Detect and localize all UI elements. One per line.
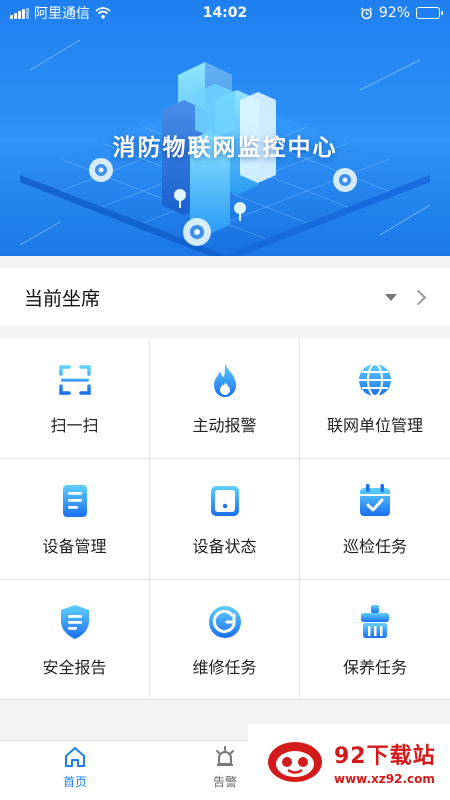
grid-item-label: 设备状态 bbox=[192, 537, 257, 556]
grid-item-label: 设备管理 bbox=[42, 537, 107, 556]
grid-item-label: 维修任务 bbox=[192, 657, 257, 677]
home-icon bbox=[65, 747, 85, 767]
function-grid: 扫一扫 主动报警 联网单位管理 设备管理 设备状态 巡检任务 安全报告 维修任务… bbox=[0, 338, 450, 700]
battery-percent: 92% bbox=[378, 5, 410, 21]
document-icon bbox=[62, 485, 87, 517]
tab-home[interactable]: 首页 bbox=[35, 745, 115, 790]
hero-banner: 阿里通信 14:02 92% 消防物联网监控中心 bbox=[0, 0, 450, 256]
tab-home-label: 首页 bbox=[62, 775, 87, 789]
grid-item-device-management[interactable]: 设备管理 bbox=[0, 459, 150, 580]
grid-item-safety-report[interactable]: 安全报告 bbox=[0, 580, 150, 700]
grid-item-inspection-task[interactable]: 巡检任务 bbox=[300, 459, 450, 580]
grid-item-label: 安全报告 bbox=[42, 657, 107, 677]
flame-icon bbox=[213, 363, 236, 397]
scan-icon bbox=[58, 365, 91, 395]
repair-icon bbox=[208, 605, 241, 638]
tab-alarm-label: 告警 bbox=[212, 775, 237, 789]
grid-item-label: 主动报警 bbox=[192, 416, 257, 435]
seat-selector[interactable]: 当前坐席 bbox=[0, 268, 450, 326]
grid-item-maintenance-task[interactable]: 保养任务 bbox=[300, 580, 450, 700]
device-status-icon bbox=[210, 486, 239, 516]
watermark-url: www.xz92.com bbox=[334, 772, 435, 786]
alarm-clock-icon bbox=[360, 7, 373, 19]
grid-item-repair-task[interactable]: 维修任务 bbox=[150, 580, 300, 700]
download-site-logo-icon bbox=[268, 742, 322, 782]
signal-icon bbox=[10, 7, 29, 19]
globe-icon bbox=[359, 363, 391, 397]
dropdown-caret-icon[interactable] bbox=[385, 293, 397, 301]
grid-item-label: 扫一扫 bbox=[50, 416, 99, 435]
carrier-name: 阿里通信 bbox=[34, 6, 90, 22]
watermark-title: 92下载站 bbox=[334, 744, 436, 769]
grid-item-scan[interactable]: 扫一扫 bbox=[0, 338, 150, 459]
grid-item-active-alarm[interactable]: 主动报警 bbox=[150, 338, 300, 459]
grid-item-label: 联网单位管理 bbox=[326, 416, 423, 435]
hero-title: 消防物联网监控中心 bbox=[112, 135, 338, 161]
alarm-light-icon bbox=[216, 746, 234, 766]
seat-label: 当前坐席 bbox=[24, 287, 101, 310]
grid-item-unit-management[interactable]: 联网单位管理 bbox=[300, 338, 450, 459]
status-bar: 阿里通信 14:02 92% bbox=[0, 0, 450, 26]
grid-item-device-status[interactable]: 设备状态 bbox=[150, 459, 300, 580]
camera-icon bbox=[333, 168, 357, 192]
watermark: 92下载站 www.xz92.com bbox=[248, 724, 450, 800]
grid-item-label: 保养任务 bbox=[342, 657, 407, 677]
shield-icon bbox=[60, 604, 89, 639]
calendar-check-icon bbox=[360, 484, 390, 516]
wifi-icon bbox=[95, 7, 111, 19]
maintenance-icon bbox=[361, 604, 389, 638]
camera-icon bbox=[183, 218, 211, 246]
grid-item-label: 巡检任务 bbox=[342, 537, 407, 556]
battery-icon bbox=[416, 7, 443, 19]
chevron-right-icon[interactable] bbox=[410, 289, 427, 305]
